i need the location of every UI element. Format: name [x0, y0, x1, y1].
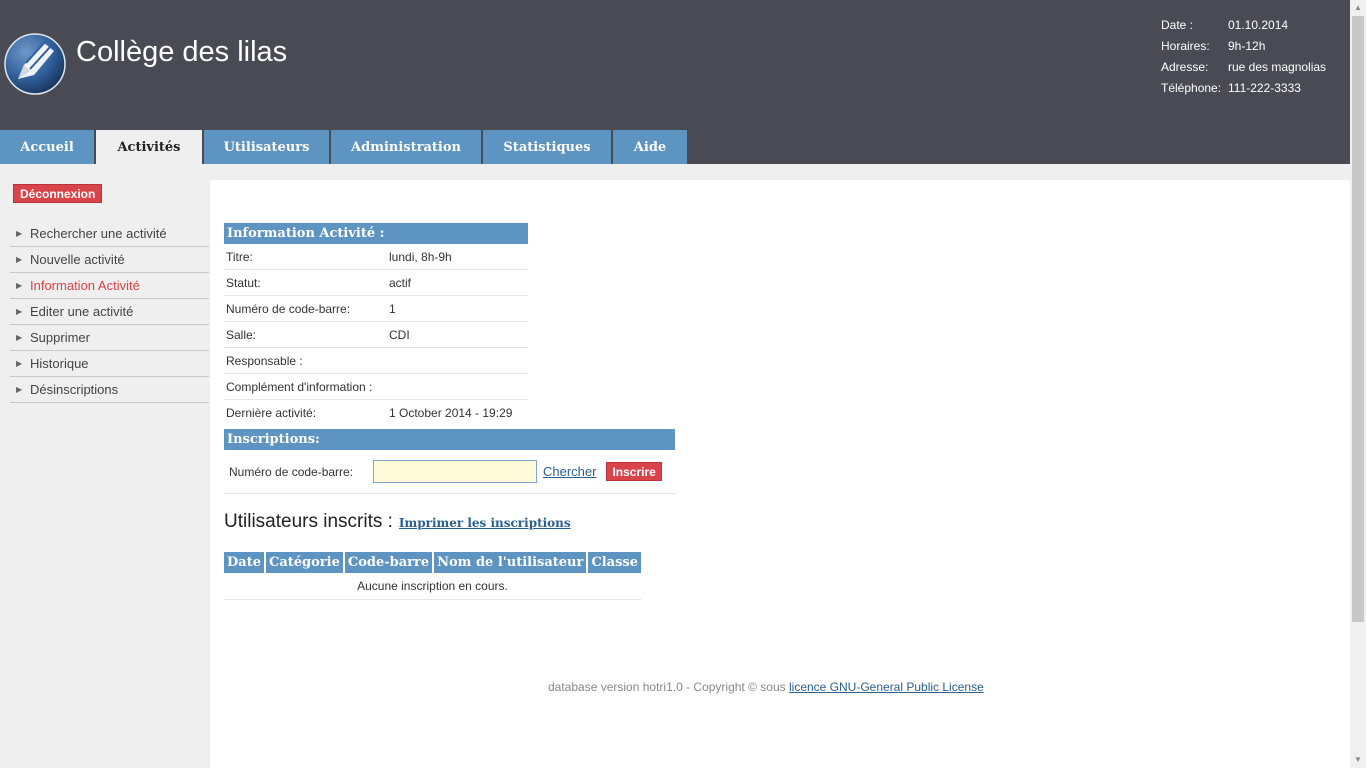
info-label: Date : [1161, 17, 1194, 32]
sidebar-item-label: Désinscriptions [30, 382, 119, 397]
info-row-statut: Statut: actif [224, 270, 528, 296]
info-value: 111-222-3333 [1228, 80, 1301, 95]
tab-utilisateurs[interactable]: Utilisateurs [204, 130, 331, 164]
info-row-derniere-activite: Dernière activité: 1 October 2014 - 19:2… [224, 400, 528, 426]
column-header-code-barre[interactable]: Code-barre [343, 552, 435, 573]
inscriptions-title: Inscriptions: [224, 429, 675, 450]
info-row-value: 1 [389, 301, 396, 316]
info-row-salle: Salle: CDI [224, 322, 528, 348]
license-link[interactable]: licence GNU-General Public License [789, 680, 984, 694]
registered-users-heading: Utilisateurs inscrits : Imprimer les ins… [224, 511, 571, 533]
sidebar-item-label: Historique [30, 356, 89, 371]
search-link[interactable]: Chercher [543, 464, 596, 479]
column-header-date[interactable]: Date [224, 552, 266, 573]
info-row-hours: Horaires: 9h-12h [1161, 35, 1326, 56]
arrow-right-icon: ▶ [16, 229, 23, 238]
main-tabs: Accueil Activités Utilisateurs Administr… [0, 130, 689, 164]
info-row-label: Complément d'information : [226, 379, 373, 394]
info-row-value: actif [389, 275, 412, 290]
sidebar-item-label: Nouvelle activité [30, 252, 125, 267]
arrow-right-icon: ▶ [16, 385, 23, 394]
activity-info-section: Information Activité : Titre: lundi, 8h-… [224, 223, 528, 426]
info-row-date: Date : 01.10.2014 [1161, 14, 1326, 35]
info-row-code-barre: Numéro de code-barre: 1 [224, 296, 528, 322]
tab-statistiques[interactable]: Statistiques [483, 130, 613, 164]
column-header-nom[interactable]: Nom de l'utilisateur [433, 552, 589, 573]
info-row-label: Titre: [226, 249, 253, 264]
arrow-right-icon: ▶ [16, 359, 23, 368]
sidebar: Déconnexion ▶ Rechercher une activité ▶ … [0, 164, 210, 768]
scroll-up-arrow-icon[interactable]: ▲ [1350, 0, 1366, 16]
pencil-logo-icon [4, 33, 66, 95]
scroll-down-arrow-icon[interactable]: ▼ [1350, 752, 1366, 768]
info-label: Horaires: [1161, 38, 1210, 53]
info-row-value: lundi, 8h-9h [389, 249, 452, 264]
info-row-address: Adresse: rue des magnolias [1161, 56, 1326, 77]
scroll-thumb[interactable] [1352, 16, 1364, 622]
sidebar-item-label: Rechercher une activité [30, 226, 167, 241]
info-row-titre: Titre: lundi, 8h-9h [224, 244, 528, 270]
info-value: rue des magnolias [1228, 59, 1327, 74]
sidebar-item-editer[interactable]: ▶ Editer une activité [10, 299, 209, 325]
empty-table-message: Aucune inscription en cours. [224, 573, 641, 600]
tab-activites[interactable]: Activités [96, 130, 204, 164]
arrow-right-icon: ▶ [16, 333, 23, 342]
info-row-label: Numéro de code-barre: [226, 301, 351, 316]
sidebar-item-rechercher[interactable]: ▶ Rechercher une activité [10, 221, 209, 247]
footer-text: database version hotri1.0 - Copyright © … [548, 680, 786, 694]
registered-users-title: Utilisateurs inscrits : [224, 511, 393, 532]
info-label: Adresse: [1161, 59, 1209, 74]
school-info: Date : 01.10.2014 Horaires: 9h-12h Adres… [1161, 14, 1326, 98]
inscriptions-section: Inscriptions: Numéro de code-barre: Cher… [224, 429, 675, 494]
info-row-complement: Complément d'information : [224, 374, 528, 400]
info-row-label: Responsable : [226, 353, 303, 368]
site-title: Collège des lilas [76, 36, 288, 68]
logout-button[interactable]: Déconnexion [13, 184, 103, 203]
sidebar-item-label: Supprimer [30, 330, 90, 345]
info-row-value: CDI [389, 327, 410, 342]
info-row-responsable: Responsable : [224, 348, 528, 374]
barcode-input[interactable] [373, 460, 537, 483]
header: Collège des lilas Date : 01.10.2014 Hora… [0, 0, 1350, 164]
column-header-categorie[interactable]: Catégorie [264, 552, 345, 573]
inscription-form: Numéro de code-barre: Chercher Inscrire [224, 450, 675, 494]
arrow-right-icon: ▶ [16, 281, 23, 290]
sidebar-item-supprimer[interactable]: ▶ Supprimer [10, 325, 209, 351]
table-header-row: Date Catégorie Code-barre Nom de l'utili… [224, 552, 641, 573]
info-value: 9h-12h [1228, 38, 1266, 53]
info-row-phone: Téléphone: 111-222-3333 [1161, 77, 1326, 98]
info-row-label: Statut: [226, 275, 261, 290]
arrow-right-icon: ▶ [16, 255, 23, 264]
sidebar-item-historique[interactable]: ▶ Historique [10, 351, 209, 377]
info-value: 01.10.2014 [1228, 17, 1289, 32]
sidebar-item-desinscriptions[interactable]: ▶ Désinscriptions [10, 377, 209, 403]
print-registrations-link[interactable]: Imprimer les inscriptions [399, 516, 571, 530]
arrow-right-icon: ▶ [16, 307, 23, 316]
info-row-label: Salle: [226, 327, 257, 342]
info-row-label: Dernière activité: [226, 406, 317, 420]
info-row-value: 1 October 2014 - 19:29 [389, 406, 513, 420]
main-content: Information Activité : Titre: lundi, 8h-… [210, 180, 1350, 768]
vertical-scrollbar[interactable]: ▲ ▼ [1350, 0, 1366, 768]
sidebar-item-nouvelle[interactable]: ▶ Nouvelle activité [10, 247, 209, 273]
activity-info-title: Information Activité : [224, 223, 528, 244]
tab-administration[interactable]: Administration [331, 130, 483, 164]
barcode-label: Numéro de code-barre: [229, 464, 354, 479]
table-row: Aucune inscription en cours. [224, 573, 641, 600]
column-header-classe[interactable]: Classe [587, 552, 641, 573]
register-button[interactable]: Inscrire [606, 462, 662, 481]
registered-users-table: Date Catégorie Code-barre Nom de l'utili… [224, 552, 641, 600]
sidebar-item-label: Information Activité [30, 278, 140, 293]
tab-accueil[interactable]: Accueil [0, 130, 96, 164]
tab-aide[interactable]: Aide [613, 130, 689, 164]
sidebar-menu: ▶ Rechercher une activité ▶ Nouvelle act… [10, 221, 209, 403]
sidebar-item-information[interactable]: ▶ Information Activité [10, 273, 209, 299]
info-label: Téléphone: [1161, 80, 1222, 95]
sidebar-item-label: Editer une activité [30, 304, 134, 319]
footer: database version hotri1.0 - Copyright © … [548, 680, 984, 694]
